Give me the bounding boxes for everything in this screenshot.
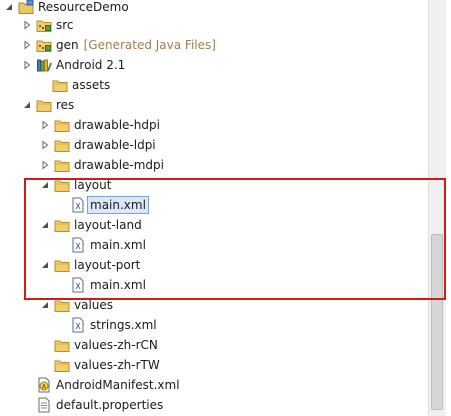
tree-item[interactable]: drawable-hdpi [0,115,451,135]
tree-item-label: src [56,18,74,32]
folder-icon [54,117,70,133]
tree-item-decoration: [Generated Java Files] [83,38,216,52]
source-folder-icon [36,37,52,53]
tree-item[interactable]: drawable-mdpi [0,155,451,175]
tree-item-label: drawable-mdpi [74,158,164,172]
tree-item[interactable]: values-zh-rCN [0,335,451,355]
tree-item[interactable]: assets [0,75,451,95]
tree-item[interactable]: A AndroidManifest.xml [0,375,448,395]
folder-icon [54,357,70,373]
folder-icon [54,337,70,353]
collapse-arrow-icon[interactable] [40,300,50,310]
properties-file-icon [36,397,52,413]
library-icon [36,57,52,73]
expand-arrow-icon[interactable] [40,160,50,170]
tree-item[interactable]: gen [Generated Java Files] [0,35,448,55]
collapse-arrow-icon[interactable] [4,2,14,12]
expand-arrow-icon[interactable] [40,120,50,130]
folder-icon [36,97,52,113]
tree-item[interactable]: default.properties [0,395,448,415]
tree-item-label: strings.xml [90,318,157,332]
tree-item-label: default.properties [56,398,164,412]
tree-item-label: AndroidManifest.xml [56,378,180,392]
tree-item[interactable]: Android 2.1 [0,55,448,75]
folder-icon [54,137,70,153]
svg-text:X: X [75,322,81,331]
source-folder-icon [36,17,52,33]
layout-folders-highlight-box [24,178,446,300]
tree-item[interactable]: Xstrings.xml [0,315,451,335]
tree-item-label: assets [72,78,111,92]
expand-arrow-icon[interactable] [22,20,32,30]
tree-item-label: gen [56,38,79,52]
tree-item-label: drawable-ldpi [74,138,156,152]
tree-item-label: values-zh-rTW [74,358,160,372]
expand-arrow-icon[interactable] [40,140,50,150]
tree-item-label: res [56,98,75,112]
tree-item[interactable]: src [0,15,448,35]
tree-item-label: values-zh-rCN [74,338,158,352]
tree-item[interactable]: values-zh-rTW [0,355,451,375]
folder-icon [52,77,68,93]
tree-item-label: ResourceDemo [38,0,129,14]
expand-arrow-icon[interactable] [22,60,32,70]
tree-item-label: drawable-hdpi [74,118,160,132]
project-icon [18,0,34,15]
tree-item[interactable]: drawable-ldpi [0,135,451,155]
manifest-file-icon: A [36,377,52,393]
xml-file-icon: X [70,317,86,333]
folder-icon [54,157,70,173]
expand-arrow-icon[interactable] [22,40,32,50]
tree-item[interactable]: res [0,95,448,115]
collapse-arrow-icon[interactable] [22,100,32,110]
tree-item-label: Android 2.1 [56,58,126,72]
